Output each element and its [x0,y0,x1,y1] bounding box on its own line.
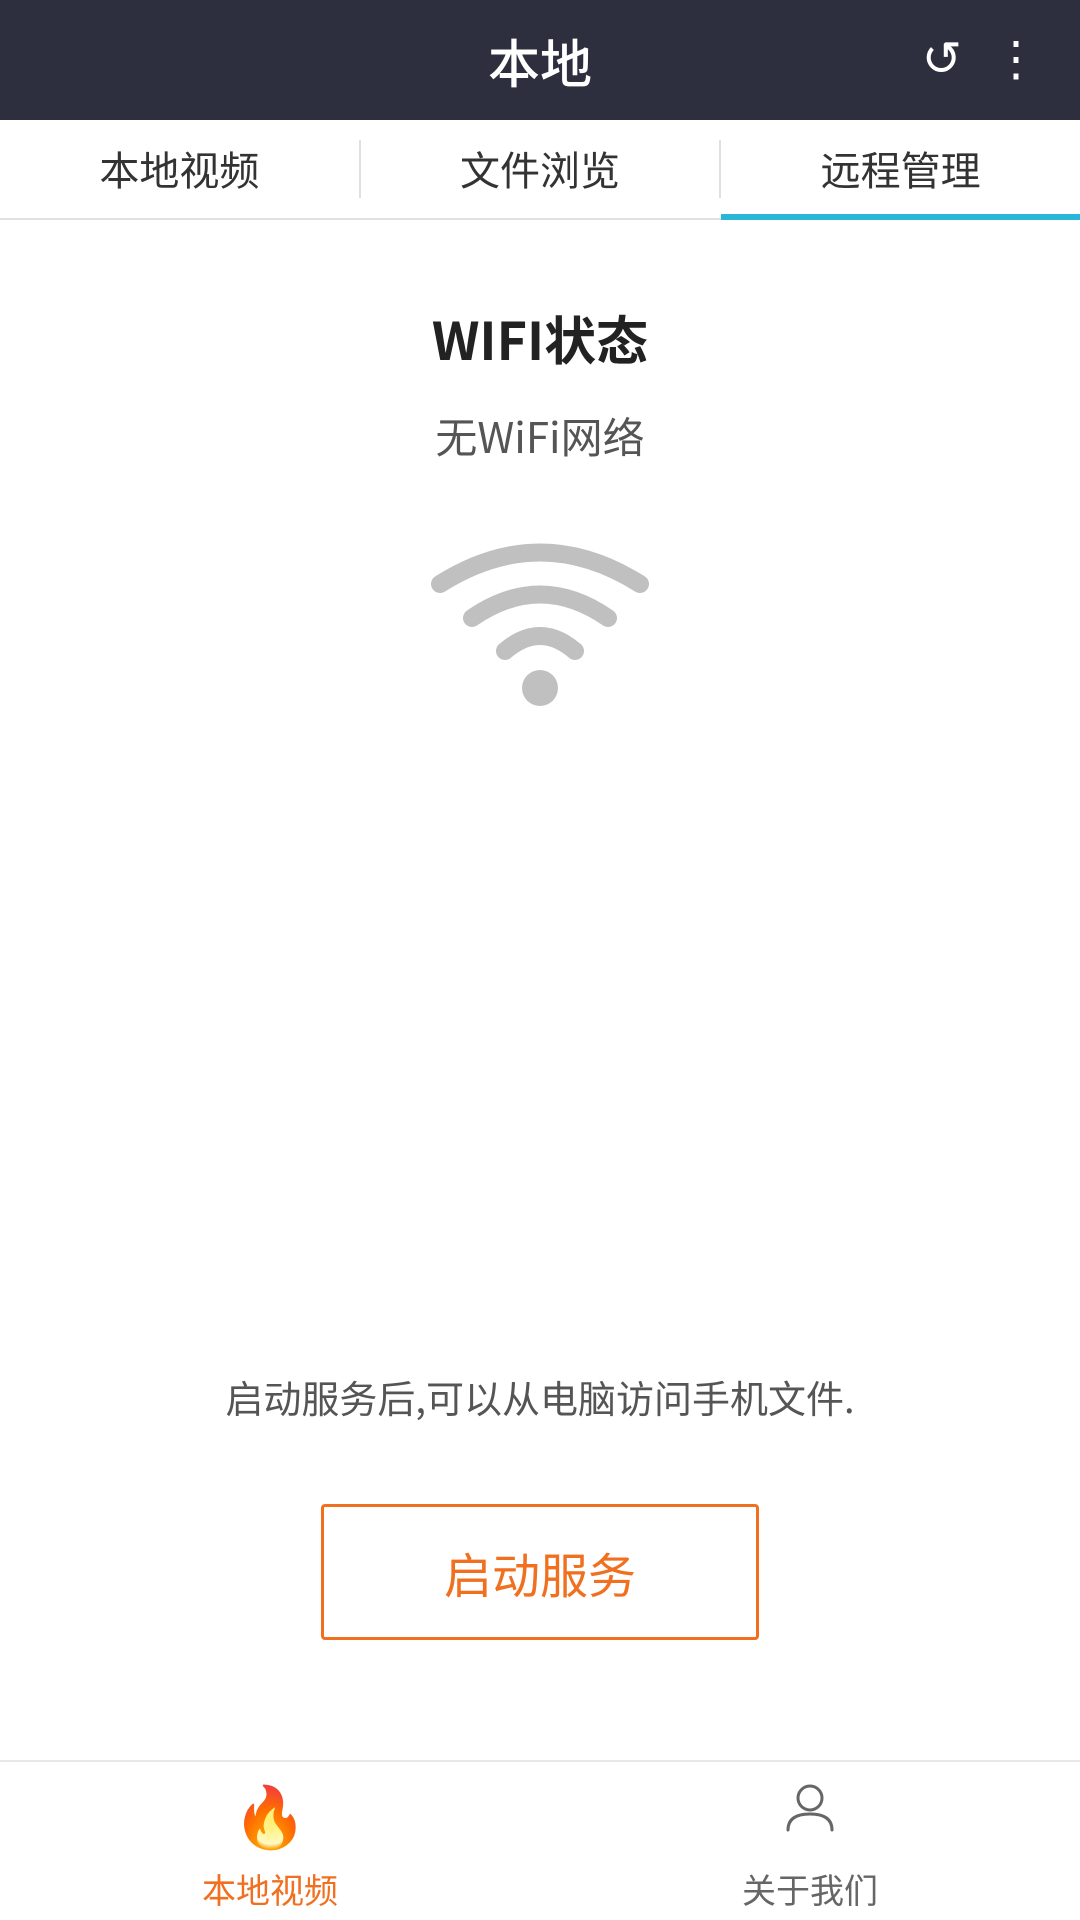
wifi-status-title: WIFI状态 [432,300,648,375]
wifi-status-text: 无WiFi网络 [435,405,644,466]
page-title: 本地 [200,23,880,98]
wifi-icon [430,526,650,711]
user-icon [780,1769,840,1856]
bottom-nav-about-us[interactable]: 关于我们 [540,1769,1080,1913]
bottom-nav-about-us-label: 关于我们 [742,1864,878,1913]
start-service-button[interactable]: 启动服务 [321,1504,759,1640]
tab-remote-manage[interactable]: 远程管理 [721,122,1080,220]
app-header: 本地 ↺ ⋮ [0,0,1080,120]
bottom-nav-local-video[interactable]: 🔥 本地视频 [0,1769,540,1913]
more-menu-button[interactable]: ⋮ [992,36,1040,84]
service-description: 启动服务后,可以从电脑访问手机文件. [225,1369,854,1424]
tab-file-browser[interactable]: 文件浏览 [361,122,720,220]
tab-bar: 本地视频 文件浏览 远程管理 [0,120,1080,220]
header-actions: ↺ ⋮ [880,36,1040,84]
bottom-navigation: 🔥 本地视频 关于我们 [0,1760,1080,1920]
refresh-button[interactable]: ↺ [922,36,962,84]
main-content: WIFI状态 无WiFi网络 启动服务后,可以从电脑访问手机文件. 启动服务 [0,220,1080,1760]
tab-local-video[interactable]: 本地视频 [0,122,359,220]
bottom-nav-local-video-label: 本地视频 [202,1864,338,1913]
fire-icon: 🔥 [233,1769,308,1856]
